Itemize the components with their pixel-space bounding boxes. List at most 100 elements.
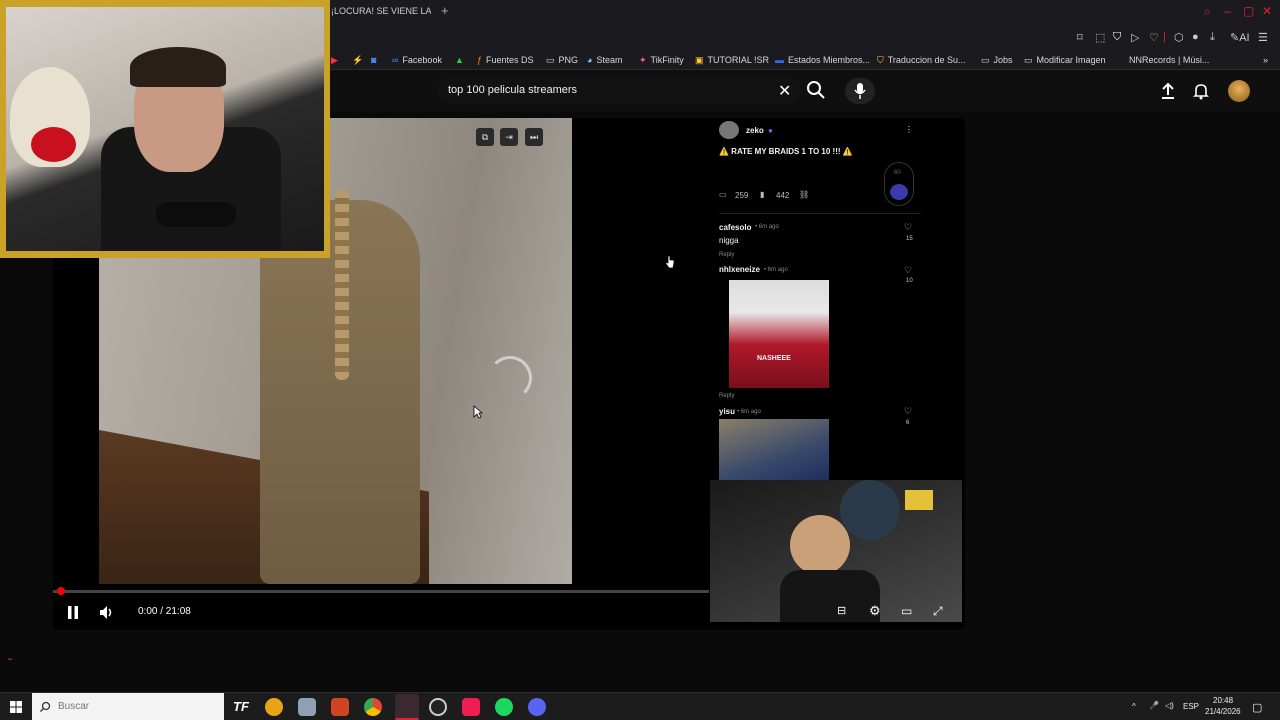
- streamer-webcam: [6, 7, 324, 251]
- tab-title[interactable]: ¡LOCURA! SE VIENE LA PE: [331, 6, 431, 16]
- bookmark-tutorial[interactable]: ▣ TUTORIAL !SR: [695, 55, 769, 66]
- reply-link[interactable]: Reply: [719, 393, 734, 399]
- miniplayer-icon[interactable]: ⧉: [476, 128, 494, 146]
- tray-language[interactable]: ESP: [1183, 702, 1199, 711]
- profile-icon[interactable]: ●: [1192, 31, 1199, 43]
- folder-icon: ▭: [1024, 55, 1033, 65]
- play-icon[interactable]: ▷: [1131, 31, 1139, 44]
- tray-mic-icon[interactable]: 🎤: [1149, 701, 1159, 710]
- pause-icon[interactable]: [67, 606, 79, 619]
- obs-app-icon[interactable]: [429, 698, 447, 716]
- comment-time: • 6m ago: [737, 409, 761, 415]
- bookmark-estados-miembros[interactable]: ▬ Estados Miembros...: [775, 55, 870, 65]
- reply-link[interactable]: Reply: [719, 252, 734, 258]
- time-display: 0:00 / 21:08: [138, 606, 191, 617]
- discord-app-icon[interactable]: [528, 698, 546, 716]
- youtube-bookmark-icon[interactable]: ▶: [331, 55, 338, 66]
- drive-bookmark-icon[interactable]: ▲: [455, 55, 464, 65]
- meta-icon: ∞: [392, 55, 399, 65]
- voice-search-button[interactable]: [845, 78, 875, 104]
- menu-icon[interactable]: ☰: [1258, 31, 1268, 44]
- bookmark-nnrecords[interactable]: NNRecords | Músi...: [1129, 55, 1209, 65]
- like-heart-icon[interactable]: ♡: [904, 406, 912, 417]
- comment-user[interactable]: cafesolo: [719, 223, 751, 232]
- enter-icon[interactable]: ⇥: [500, 128, 518, 146]
- powerpoint-app-icon[interactable]: [331, 698, 349, 716]
- more-options-icon[interactable]: ⋮: [905, 125, 913, 134]
- search-icon[interactable]: [806, 80, 826, 100]
- search-input[interactable]: [448, 84, 748, 96]
- upload-icon[interactable]: [1159, 82, 1177, 100]
- counter-badge-value: 60: [894, 170, 901, 176]
- shield-app-icon[interactable]: [298, 698, 316, 716]
- font-icon: ƒ: [477, 55, 483, 65]
- comment-image[interactable]: [719, 419, 829, 480]
- skip-next-icon[interactable]: ⏭: [525, 128, 543, 146]
- tf-app-icon[interactable]: TF: [232, 698, 250, 716]
- tray-volume-icon[interactable]: ◁): [1165, 701, 1174, 710]
- progress-scrubber[interactable]: [57, 587, 65, 595]
- minimize-icon[interactable]: –: [1224, 4, 1231, 18]
- taskbar-search-input[interactable]: [58, 701, 208, 712]
- comment-icon[interactable]: ▭: [719, 190, 727, 199]
- comment-gif[interactable]: [729, 280, 829, 388]
- loading-spinner: [488, 356, 532, 400]
- tiktok-app-icon[interactable]: [462, 698, 480, 716]
- notifications-bell-icon[interactable]: [1192, 82, 1210, 100]
- bookmark-steam[interactable]: ◕ Steam: [587, 55, 622, 65]
- theater-mode-icon[interactable]: ▭: [901, 604, 912, 618]
- comment-user[interactable]: nhlxeneize: [719, 265, 760, 274]
- heart-icon[interactable]: ♡: [1149, 31, 1159, 44]
- like-heart-icon[interactable]: ♡: [904, 222, 912, 233]
- opera-gx-app-icon[interactable]: [395, 694, 419, 720]
- tray-chevron-icon[interactable]: ^: [1132, 702, 1136, 711]
- side-indicator-icon: ▪▪: [8, 657, 13, 663]
- author-avatar[interactable]: [719, 121, 739, 139]
- discord-bookmark-icon[interactable]: ◙: [371, 55, 376, 65]
- progress-bar[interactable]: [53, 590, 709, 593]
- flash-bookmark-icon[interactable]: ⚡: [352, 55, 363, 66]
- fullscreen-icon[interactable]: ⤢: [933, 604, 943, 619]
- tray-time[interactable]: 20:48: [1213, 696, 1233, 705]
- download-icon[interactable]: ⤓: [1210, 31, 1215, 44]
- extensions-icon[interactable]: ⬡: [1174, 31, 1184, 44]
- windows-start-icon[interactable]: [10, 701, 22, 713]
- microphone-icon: [854, 83, 866, 99]
- volume-icon[interactable]: [99, 605, 115, 620]
- bookmark-modificar-imagen[interactable]: ▭ Modificar Imagen: [1024, 55, 1106, 66]
- close-icon[interactable]: ✕: [1262, 4, 1272, 18]
- new-tab-button[interactable]: +: [441, 3, 449, 18]
- bookmark-traduccion[interactable]: ⛉ Traduccion de Su...: [877, 55, 965, 66]
- screenshot-icon[interactable]: ⬚: [1095, 31, 1105, 44]
- bookmark-icon[interactable]: ⌑: [1077, 31, 1083, 44]
- chevron-right-icon[interactable]: »: [1263, 55, 1268, 65]
- comment-user[interactable]: yisu: [719, 407, 735, 416]
- post-author[interactable]: zeko: [746, 126, 764, 135]
- maximize-icon[interactable]: ▢: [1243, 4, 1254, 18]
- notifications-icon[interactable]: ▢: [1252, 701, 1262, 714]
- clear-search-icon[interactable]: ✕: [778, 81, 791, 101]
- ai-button[interactable]: ✎AI: [1230, 31, 1250, 44]
- microphone: [156, 202, 236, 227]
- tutorial-icon: ▣: [695, 55, 704, 65]
- chrome-app-icon[interactable]: [364, 698, 382, 716]
- search-icon[interactable]: ⌕: [1204, 4, 1211, 19]
- bookmark-jobs[interactable]: ▭ Jobs: [981, 55, 1013, 66]
- coin-app-icon[interactable]: [265, 698, 283, 716]
- bookmark-tikfinity[interactable]: ✦ TikFinity: [639, 55, 684, 66]
- user-avatar[interactable]: [1228, 80, 1250, 102]
- shield-icon[interactable]: ⛉: [1113, 31, 1121, 44]
- like-count: 6: [906, 420, 910, 426]
- link-icon[interactable]: ⛓: [799, 190, 809, 199]
- bookmark-png[interactable]: ▭ PNG: [546, 55, 578, 66]
- bookmark-fuentes-ds[interactable]: ƒ Fuentes DS: [477, 55, 534, 65]
- settings-gear-icon[interactable]: ⚙: [869, 603, 881, 619]
- tikfinity-icon: ✦: [639, 55, 647, 65]
- bookmark-facebook[interactable]: ∞ Facebook: [392, 55, 442, 65]
- flag-icon: ▬: [775, 55, 784, 65]
- like-heart-icon[interactable]: ♡: [904, 265, 912, 276]
- subtitles-icon[interactable]: ⊟: [837, 604, 846, 617]
- streamer-body: [780, 570, 880, 622]
- tray-date[interactable]: 21/4/2026: [1205, 707, 1241, 716]
- spotify-app-icon[interactable]: [495, 698, 513, 716]
